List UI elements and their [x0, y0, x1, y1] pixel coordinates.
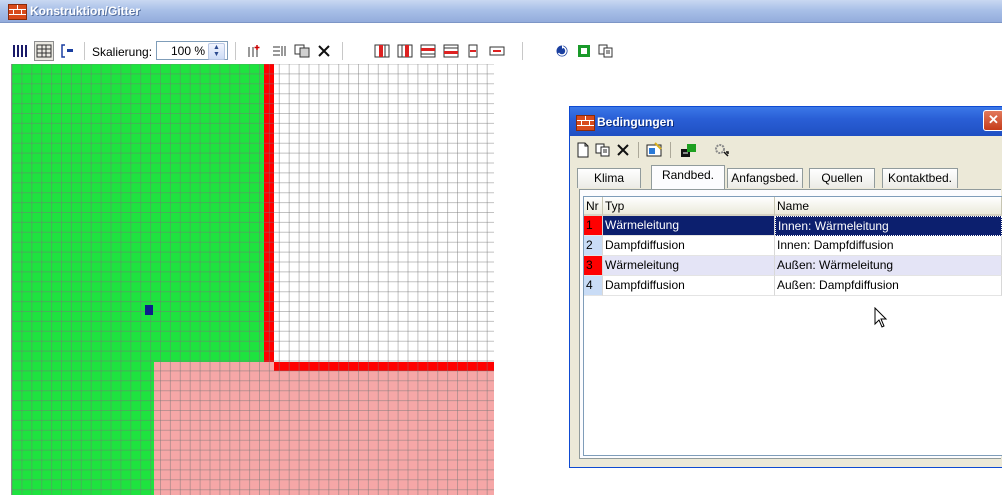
grid-copy-icon[interactable] — [292, 41, 312, 61]
toolbar-separator — [342, 42, 344, 60]
table-row[interactable]: 4 Dampfdiffusion Außen: Dampfdiffusion — [584, 276, 1002, 296]
grid-split-icon[interactable] — [270, 41, 290, 61]
row-name: Außen: Dampfdiffusion — [775, 276, 1002, 296]
delete-icon[interactable] — [314, 41, 334, 61]
assign-icon[interactable] — [680, 140, 698, 160]
row-name: Innen: Dampfdiffusion — [775, 236, 1002, 256]
spin-arrows-icon[interactable]: ▲ ▼ — [208, 43, 225, 60]
row-typ: Wärmeleitung — [603, 216, 775, 236]
row-nr: 1 — [584, 216, 603, 236]
row-nr: 2 — [584, 236, 603, 256]
scale-value: 100 % — [170, 44, 205, 58]
dialog-title: Bedingungen — [597, 115, 674, 129]
construction-grid[interactable] — [11, 64, 494, 495]
insert-row-bottom-icon[interactable] — [441, 41, 461, 61]
tab-anfangsbed[interactable]: Anfangsbed. — [727, 168, 803, 188]
conditions-list[interactable]: Nr Typ Name 1 Wärmeleitung Innen: Wärmel… — [583, 196, 1002, 456]
tab-panel-randbed: Nr Typ Name 1 Wärmeleitung Innen: Wärmel… — [579, 189, 1002, 459]
row-name: Außen: Wärmeleitung — [775, 256, 1002, 276]
new-icon[interactable] — [575, 140, 591, 160]
mouse-cursor-icon — [874, 307, 888, 328]
copy-icon[interactable] — [596, 41, 616, 61]
row-typ: Dampfdiffusion — [603, 236, 775, 256]
bracket-icon[interactable] — [58, 41, 78, 61]
table-row[interactable]: 3 Wärmeleitung Außen: Wärmeleitung — [584, 256, 1002, 276]
grid-add-icon[interactable] — [244, 41, 264, 61]
insert-row-top-icon[interactable] — [418, 41, 438, 61]
window-titlebar: Konstruktion/Gitter — [0, 0, 1002, 23]
window-title: Konstruktion/Gitter — [30, 4, 140, 18]
row-typ: Dampfdiffusion — [603, 276, 775, 296]
tab-kontaktbed[interactable]: Kontaktbed. — [882, 168, 958, 188]
insert-col-right-icon[interactable] — [395, 41, 415, 61]
tab-klima[interactable]: Klima — [577, 168, 641, 188]
row-nr: 3 — [584, 256, 603, 276]
delete-col-icon[interactable] — [464, 41, 484, 61]
tab-quellen[interactable]: Quellen — [809, 168, 875, 188]
table-row[interactable]: 1 Wärmeleitung Innen: Wärmeleitung — [584, 216, 1002, 236]
row-typ: Wärmeleitung — [603, 256, 775, 276]
delete-icon[interactable] — [615, 140, 631, 160]
dialog-app-icon — [576, 115, 595, 131]
column-header-typ[interactable]: Typ — [603, 197, 775, 216]
grid-marker[interactable] — [145, 305, 153, 315]
columns-icon[interactable] — [10, 41, 30, 61]
conditions-dialog: Bedingungen ✕ Klima Randbed. Anfangsbed.… — [569, 106, 1002, 468]
toolbar-separator — [84, 42, 86, 60]
scale-label: Skalierung: — [92, 45, 153, 59]
tab-randbed[interactable]: Randbed. — [651, 165, 725, 189]
delete-row-icon[interactable] — [487, 41, 507, 61]
main-toolbar: Skalierung: 100 % ▲ ▼ — [0, 39, 1002, 63]
list-header: Nr Typ Name — [584, 197, 1002, 216]
toolbar-separator — [522, 42, 524, 60]
toolbar-separator — [670, 142, 671, 158]
scale-spinbox[interactable]: 100 % ▲ ▼ — [156, 41, 228, 60]
copy-icon[interactable] — [595, 140, 611, 160]
row-name: Innen: Wärmeleitung — [775, 216, 1002, 236]
refresh-icon[interactable] — [552, 41, 572, 61]
grid-canvas[interactable] — [12, 64, 494, 495]
dialog-titlebar[interactable]: Bedingungen — [570, 107, 1002, 136]
column-header-name[interactable]: Name — [775, 197, 1002, 216]
toolbar-separator — [235, 42, 237, 60]
grid-icon[interactable] — [34, 41, 54, 61]
insert-col-left-icon[interactable] — [372, 41, 392, 61]
square-icon[interactable] — [574, 41, 594, 61]
column-header-nr[interactable]: Nr — [584, 197, 603, 216]
toolbar-separator — [638, 142, 639, 158]
app-icon — [8, 4, 27, 20]
settings-icon[interactable] — [713, 140, 731, 160]
table-row[interactable]: 2 Dampfdiffusion Innen: Dampfdiffusion — [584, 236, 1002, 256]
row-nr: 4 — [584, 276, 603, 296]
close-button[interactable]: ✕ — [983, 110, 1002, 131]
image-icon[interactable] — [646, 140, 664, 160]
